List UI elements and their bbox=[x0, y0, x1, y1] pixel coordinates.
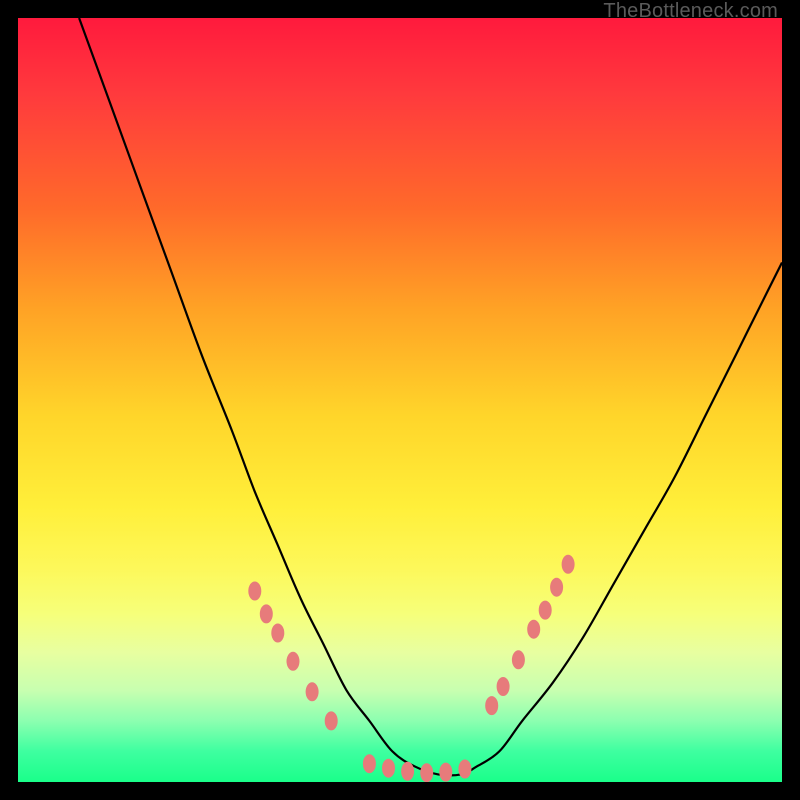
bottleneck-curve bbox=[79, 18, 782, 775]
marker-dot bbox=[550, 578, 563, 597]
marker-dot bbox=[401, 762, 414, 781]
marker-dot bbox=[260, 604, 273, 623]
marker-dot bbox=[439, 763, 452, 782]
gradient-plot-area bbox=[18, 18, 782, 782]
outer-frame: TheBottleneck.com bbox=[0, 0, 800, 800]
marker-dot bbox=[325, 711, 338, 730]
marker-dot bbox=[458, 760, 471, 779]
marker-dot bbox=[497, 677, 510, 696]
marker-dot bbox=[485, 696, 498, 715]
marker-dot bbox=[271, 624, 284, 643]
marker-dot bbox=[527, 620, 540, 639]
marker-dot bbox=[248, 582, 261, 601]
marker-dot bbox=[562, 555, 575, 574]
attribution-text: TheBottleneck.com bbox=[603, 0, 778, 23]
marker-dot bbox=[539, 601, 552, 620]
marker-dot bbox=[363, 754, 376, 773]
marker-dot bbox=[420, 763, 433, 782]
curve-svg bbox=[18, 18, 782, 782]
marker-dot bbox=[306, 682, 319, 701]
marker-dot bbox=[512, 650, 525, 669]
marker-dot bbox=[287, 652, 300, 671]
marker-dot bbox=[382, 759, 395, 778]
